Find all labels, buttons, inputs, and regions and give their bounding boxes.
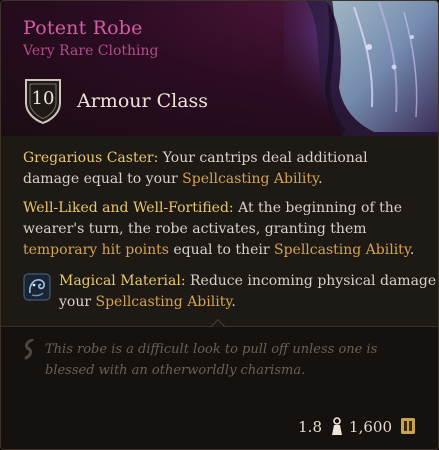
passive-gregarious-caster: Gregarious Caster: Your cantrips deal ad… xyxy=(23,148,418,190)
item-rarity: Very Rare Clothing xyxy=(23,43,159,59)
magical-material-icon xyxy=(23,273,51,301)
passive-name: Well-Liked and Well-Fortified: xyxy=(23,200,234,216)
passive-text: equal to their xyxy=(168,242,274,258)
passive-text: . xyxy=(409,242,415,258)
item-tooltip: Potent Robe Very Rare Clothing 10 Armour… xyxy=(0,0,439,450)
tooltip-footer: 1.8 1,600 xyxy=(1,403,438,449)
passive-name: Magical Material: xyxy=(59,273,186,289)
weight-value: 1.8 xyxy=(298,418,322,436)
passive-well-liked: Well-Liked and Well-Fortified: At the be… xyxy=(23,198,418,261)
passive-text: your xyxy=(59,294,96,310)
passive-highlight: Spellcasting Ability xyxy=(95,294,232,310)
armour-class-row: 10 Armour Class xyxy=(23,77,208,125)
robe-artwork xyxy=(284,1,438,137)
tooltip-header: Potent Robe Very Rare Clothing 10 Armour… xyxy=(1,1,438,137)
passive-text: Reduce incoming physical damage by xyxy=(185,273,439,289)
armour-class-shield: 10 xyxy=(23,77,63,125)
passive-magical-material: Magical Material: Reduce incoming physic… xyxy=(59,271,438,313)
passive-name: Gregarious Caster: xyxy=(23,150,159,166)
gold-coin-icon xyxy=(401,418,415,434)
flavour-section: This robe is a difficult look to pull of… xyxy=(1,327,438,403)
flavour-text: This robe is a difficult look to pull of… xyxy=(45,342,378,378)
price-value: 1,600 xyxy=(349,418,392,436)
passive-highlight: temporary hit points xyxy=(23,242,169,258)
passive-highlight: Spellcasting Ability xyxy=(273,242,410,258)
item-name: Potent Robe xyxy=(23,17,143,39)
weight-icon xyxy=(332,417,342,435)
passive-text: . xyxy=(318,171,323,187)
passive-text: . xyxy=(231,294,236,310)
passive-highlight: Spellcasting Ability xyxy=(182,171,319,187)
armour-class-value: 10 xyxy=(31,88,55,109)
passives-section: Gregarious Caster: Your cantrips deal ad… xyxy=(1,136,438,326)
armour-class-label: Armour Class xyxy=(77,90,209,112)
quote-icon xyxy=(24,339,34,360)
